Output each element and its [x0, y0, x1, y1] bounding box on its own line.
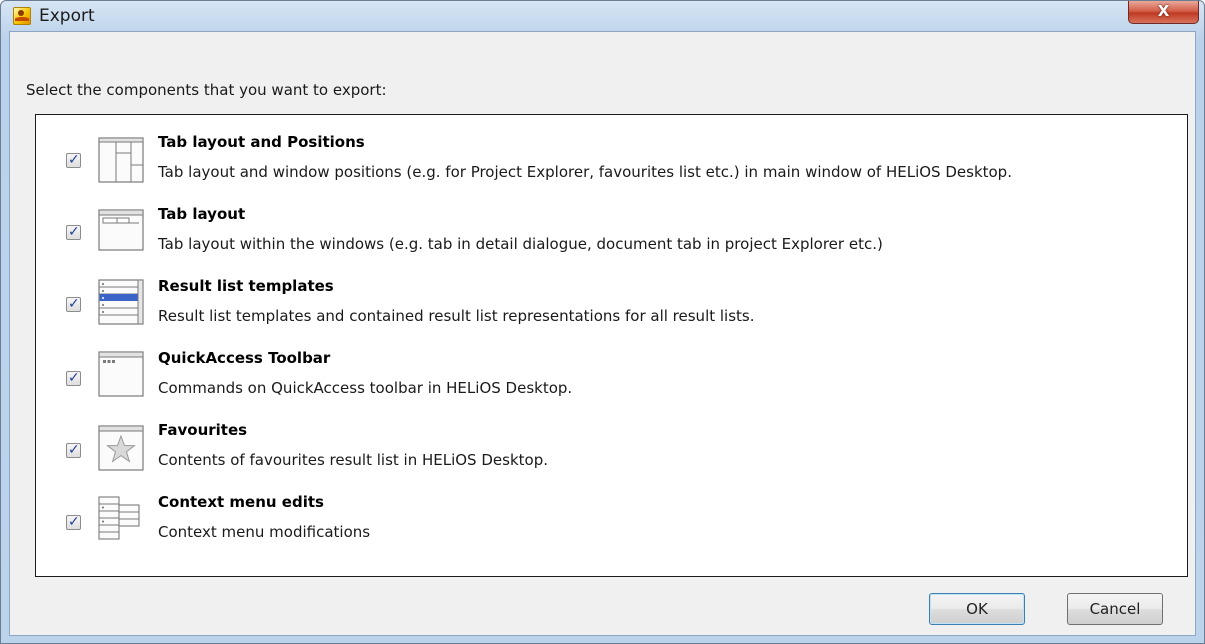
window-title: Export	[39, 6, 95, 26]
item-title: Favourites	[158, 421, 248, 439]
context-menu-icon	[98, 496, 140, 540]
checkmark-icon: ✓	[68, 514, 80, 530]
item-title: Result list templates	[158, 277, 334, 295]
app-icon	[13, 7, 31, 25]
cancel-button[interactable]: Cancel	[1067, 593, 1163, 625]
toolbar-window-icon	[98, 351, 144, 397]
title-bar[interactable]: Export X	[1, 1, 1204, 31]
close-button[interactable]: X	[1128, 1, 1199, 24]
list-item: ✓ Tab layout and Positions Tab layout an…	[36, 133, 1186, 203]
checkbox-favourites[interactable]: ✓	[66, 442, 81, 458]
checkbox-tab-layout[interactable]: ✓	[66, 224, 81, 240]
tab-layout-icon	[98, 209, 144, 251]
item-description: Tab layout within the windows (e.g. tab …	[158, 235, 883, 253]
result-list-icon	[98, 279, 144, 325]
checkbox-result-list-templates[interactable]: ✓	[66, 296, 81, 312]
checkmark-icon: ✓	[68, 296, 80, 312]
list-item: ✓ QuickAccess Toolbar Commands on QuickA…	[36, 349, 1186, 419]
item-description: Commands on QuickAccess toolbar in HELiO…	[158, 379, 573, 397]
component-list: ✓ Tab layout and Positions Tab layout an…	[35, 114, 1188, 577]
item-description: Contents of favourites result list in HE…	[158, 451, 548, 469]
list-item: ✓ Favourites Contents of favourites resu…	[36, 421, 1186, 491]
item-title: Tab layout	[158, 205, 246, 223]
checkbox-context-menu-edits[interactable]: ✓	[66, 514, 81, 530]
list-item: ✓ Context menu edits Context menu modifi…	[36, 493, 1186, 563]
ok-button[interactable]: OK	[929, 593, 1025, 625]
tab-layout-positions-icon	[98, 137, 144, 183]
item-title: QuickAccess Toolbar	[158, 349, 331, 367]
checkbox-tab-layout-positions[interactable]: ✓	[66, 152, 81, 168]
item-title: Tab layout and Positions	[158, 133, 365, 151]
checkbox-quickaccess-toolbar[interactable]: ✓	[66, 370, 81, 386]
checkmark-icon: ✓	[68, 442, 80, 458]
item-title: Context menu edits	[158, 493, 324, 511]
item-description: Context menu modifications	[158, 523, 371, 541]
checkmark-icon: ✓	[68, 152, 80, 168]
instruction-text: Select the components that you want to e…	[26, 81, 387, 99]
star-icon	[98, 425, 144, 471]
checkmark-icon: ✓	[68, 370, 80, 386]
list-item: ✓ Result list templates Result list temp…	[36, 277, 1186, 347]
checkmark-icon: ✓	[68, 224, 80, 240]
item-description: Tab layout and window positions (e.g. fo…	[158, 163, 1012, 181]
item-description: Result list templates and contained resu…	[158, 307, 755, 325]
list-item: ✓ Tab layout Tab layout within the windo…	[36, 205, 1186, 275]
